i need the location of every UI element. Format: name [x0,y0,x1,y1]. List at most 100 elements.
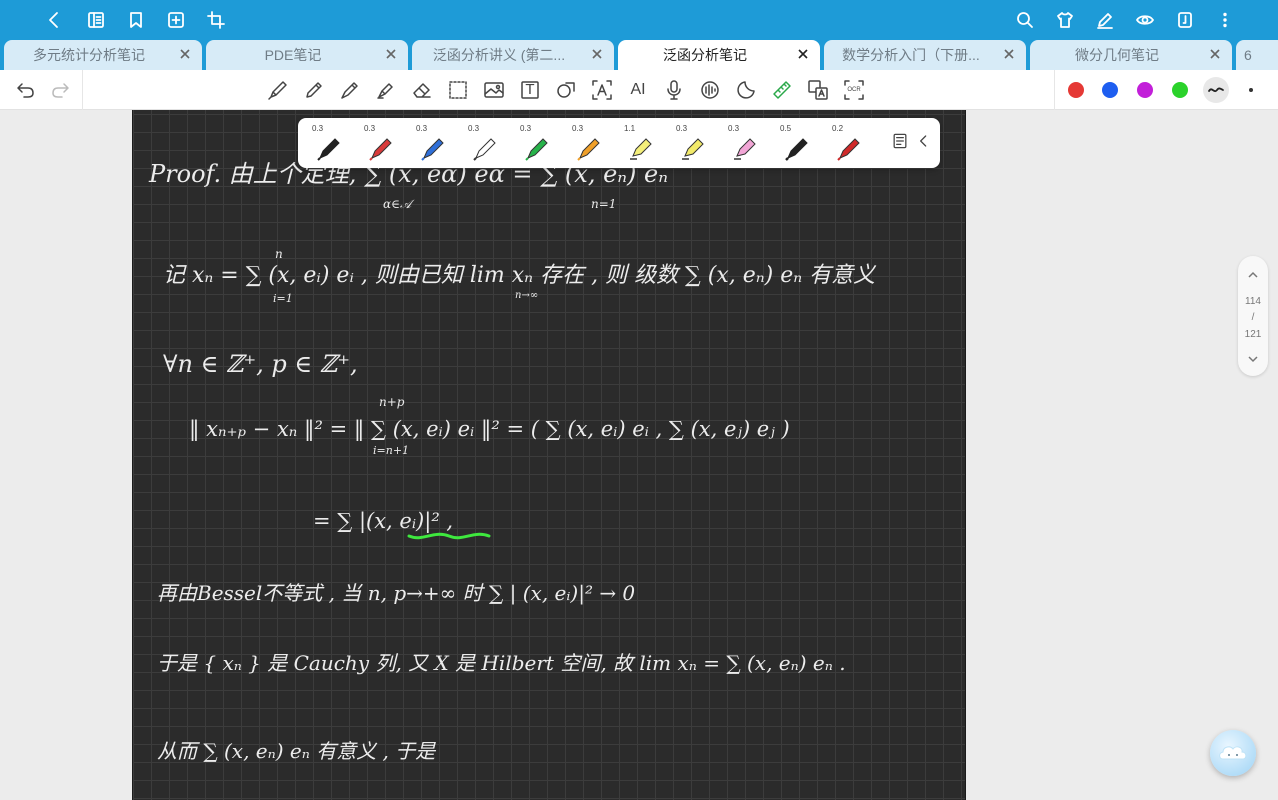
note-line-8: 从而 ∑ (x, eₙ) eₙ 有意义 , 于是 [157,739,436,763]
image-icon[interactable] [482,78,506,102]
highlighter-icon [734,138,756,160]
note-line-7: 于是 { xₙ } 是 Cauchy 列, 又 X 是 Hilbert 空间, … [157,651,846,675]
eye-icon[interactable] [1131,6,1159,34]
highlighter-icon [630,138,652,160]
note-line-4-sub: i=n+1 [373,444,409,457]
color-green[interactable] [1172,82,1188,98]
audio-record-icon[interactable] [698,78,722,102]
undo-icon[interactable] [14,78,38,102]
page-view-icon[interactable] [1171,6,1199,34]
page-up-icon[interactable] [1246,268,1260,282]
pen-preset-black[interactable]: 0.3 [308,122,352,164]
current-page: 114 [1245,296,1261,307]
ballpoint-icon[interactable] [338,78,362,102]
crop-icon[interactable] [202,6,230,34]
close-icon[interactable] [178,47,192,61]
notebook-icon[interactable] [82,6,110,34]
redo-icon[interactable] [48,78,72,102]
tab-label: 微分几何笔记 [1075,47,1159,63]
tab-label: 泛函分析讲义 (第二... [432,47,566,63]
text-tool-icon[interactable]: T [518,78,542,102]
color-purple[interactable] [1137,82,1153,98]
tab-differential-geometry[interactable]: 微分几何笔记 [1030,40,1232,70]
back-icon[interactable] [40,6,68,34]
highlighter-preset-yellow[interactable]: 0.3 [672,122,716,164]
lasso-select-icon[interactable] [446,78,470,102]
pen-preset-red[interactable]: 0.3 [360,122,404,164]
pen-edit-icon[interactable] [1091,6,1119,34]
add-page-icon[interactable] [162,6,190,34]
close-icon[interactable] [590,47,604,61]
close-icon[interactable] [1002,47,1016,61]
ai-label: AI [630,81,646,98]
page-down-icon[interactable] [1246,352,1260,366]
pen-preset-orange[interactable]: 0.3 [568,122,612,164]
note-line-1-sub-a: α∈𝒜 [383,197,415,211]
microphone-icon[interactable] [662,78,686,102]
pencil-icon[interactable] [302,78,326,102]
ocr-icon[interactable]: OCR [842,78,866,102]
handwriting-layer: Proof. 由上个定理, ∑ (x, eα) eα = ∑ (x, eₙ) e… [148,151,877,763]
note-page[interactable]: Proof. 由上个定理, ∑ (x, eα) eα = ∑ (x, eₙ) e… [132,110,966,800]
tab-functional-lecture[interactable]: 泛函分析讲义 (第二... [412,40,614,70]
pen-settings-icon[interactable] [890,131,910,151]
pen-preset-blue[interactable]: 0.3 [412,122,456,164]
eraser-icon[interactable] [410,78,434,102]
note-line-3: ∀n ∈ ℤ⁺, p ∈ ℤ⁺, [163,350,358,378]
more-menu-icon[interactable] [1211,6,1239,34]
highlighter-icon [682,138,704,160]
ruler-icon[interactable] [770,78,794,102]
theme-shirt-icon[interactable] [1051,6,1079,34]
bookmark-icon[interactable] [122,6,150,34]
tab-functional-notes[interactable]: 泛函分析笔记 [618,40,820,70]
tab-overflow[interactable]: 6 [1236,40,1278,70]
pen-preset-green[interactable]: 0.3 [516,122,560,164]
note-line-6: 再由Bessel不等式 , 当 n, p→+∞ 时 ∑ | (x, eᵢ)|² … [157,581,635,606]
note-line-2-sup: n [275,247,283,261]
note-line-2-sub-a: i=1 [273,292,293,305]
pen-icon [525,138,548,161]
color-red[interactable] [1068,82,1084,98]
pen-palette: 0.3 0.3 0.3 0.3 0.3 0.3 1.1 0.3 0.3 0.5 … [298,118,940,168]
tab-multivariate-stats[interactable]: 多元统计分析笔记 [4,40,202,70]
page-separator: / [1251,312,1255,323]
assistant-cloud-icon[interactable] [1210,730,1256,776]
green-highlight-stroke [407,532,491,540]
stroke-width-dot[interactable] [1249,88,1253,92]
tab-overflow-count: 6 [1244,47,1252,63]
ai-tool[interactable]: AI [626,78,650,102]
pen-icon [577,138,600,161]
close-icon[interactable] [796,47,810,61]
pen-icon [421,138,444,161]
collapse-palette-icon[interactable] [914,131,934,151]
highlighter-icon[interactable] [374,78,398,102]
pen-preset-dark-red[interactable]: 0.2 [828,122,872,164]
search-icon[interactable] [1011,6,1039,34]
pen-icon [317,138,340,161]
close-icon[interactable] [384,47,398,61]
ocr-label: OCR [847,87,861,93]
close-icon[interactable] [1208,47,1222,61]
shape-icon[interactable] [554,78,578,102]
text-recognition-icon[interactable] [590,78,614,102]
highlighter-preset-pink[interactable]: 0.3 [724,122,768,164]
tab-math-analysis[interactable]: 数学分析入门（下册... [824,40,1026,70]
note-line-4: ‖ xₙ₊ₚ − xₙ ‖² = ‖ ∑ (x, eᵢ) eᵢ ‖² = ( ∑… [189,417,790,442]
stroke-style-icon[interactable] [1203,77,1229,103]
page-indicator: 114 / 121 [1238,256,1268,376]
pen-icon [473,138,496,161]
tab-strip: 多元统计分析笔记 PDE笔记 泛函分析讲义 (第二... 泛函分析笔记 数学分析… [0,40,1278,70]
color-blue[interactable] [1102,82,1118,98]
pen-preset-black-bold[interactable]: 0.5 [776,122,820,164]
translate-icon[interactable] [806,78,830,102]
tab-pde[interactable]: PDE笔记 [206,40,408,70]
note-line-4-sup: n+p [379,395,405,409]
highlighter-preset-yellow-wide[interactable]: 1.1 [620,122,664,164]
sticker-icon[interactable] [734,78,758,102]
pen-preset-white[interactable]: 0.3 [464,122,508,164]
tab-label: 数学分析入门（下册... [842,47,980,63]
top-bar [0,0,1278,40]
fountain-pen-icon[interactable] [266,78,290,102]
pen-icon [369,138,392,161]
note-line-5: = ∑ |(x, eᵢ)|² , [313,509,453,534]
